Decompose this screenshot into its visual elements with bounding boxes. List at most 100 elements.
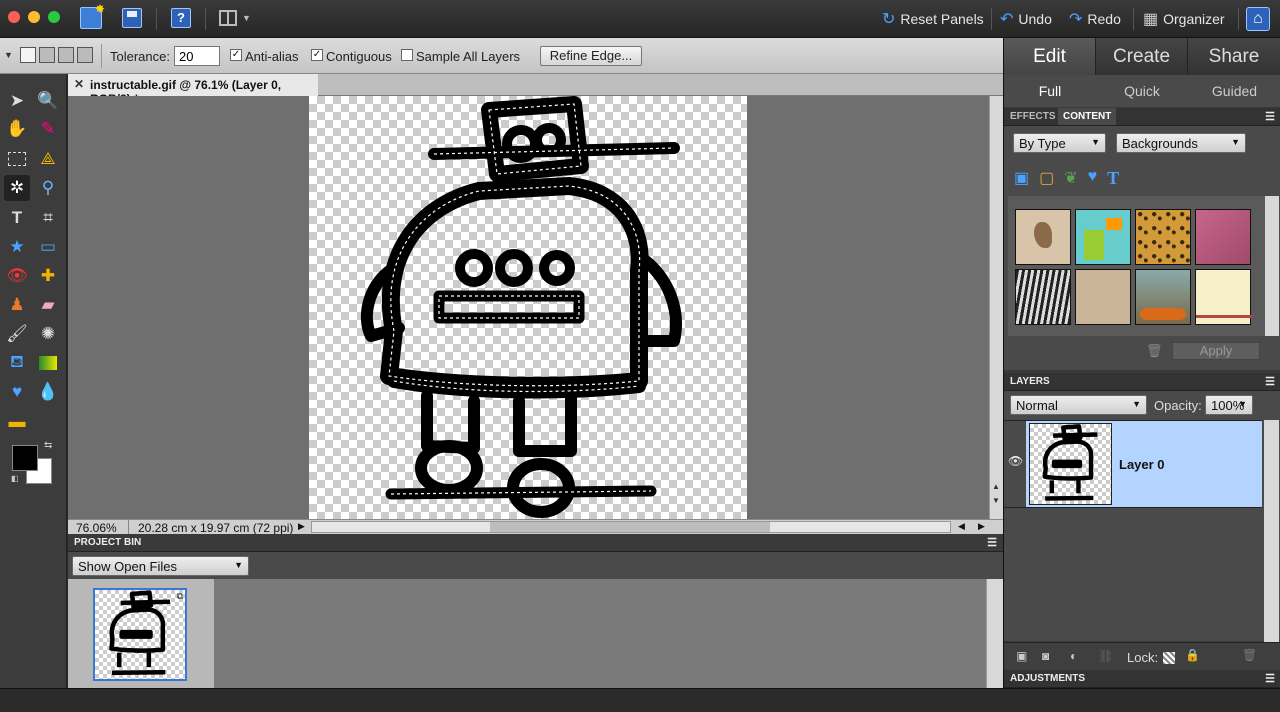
redo-button[interactable]: ↷ Redo [1069, 7, 1121, 31]
autumn-thumbnail[interactable] [1135, 269, 1191, 325]
layers-scrollbar[interactable] [1264, 420, 1279, 642]
brush-tool-icon[interactable]: 🖌 [4, 321, 30, 347]
frames-filter-icon[interactable]: ▢ [1039, 168, 1054, 189]
reset-panels-button[interactable]: ↻ Reset Panels [882, 7, 984, 31]
eyedropper-tool-icon[interactable]: ✎ [35, 116, 61, 142]
horizontal-scroll-thumb[interactable] [490, 522, 770, 532]
layer-name[interactable]: Layer 0 [1119, 457, 1165, 472]
sponge-tool-icon[interactable]: ▬ [4, 409, 30, 435]
help-icon[interactable]: ? [171, 8, 191, 28]
trash-icon[interactable]: 🗑 [1146, 343, 1163, 359]
scroll-right-icon[interactable]: ▶ [978, 521, 985, 532]
tab-quick[interactable]: Quick [1096, 75, 1188, 107]
default-colors-icon[interactable]: ◧ [11, 474, 19, 483]
close-document-icon[interactable]: ✕ [74, 77, 84, 91]
link-layers-icon[interactable]: ⛓ [1098, 649, 1113, 663]
playful-thumbnail[interactable] [1075, 209, 1131, 265]
arrange-documents-icon[interactable] [219, 10, 237, 26]
new-layer-icon[interactable]: ▣ [1016, 649, 1027, 663]
graphics-filter-icon[interactable]: ❦ [1064, 168, 1077, 189]
delete-layer-icon[interactable]: 🗑 [1242, 648, 1257, 662]
panel-menu-icon[interactable]: ☰ [1265, 672, 1275, 685]
quick-selection-tool-icon[interactable]: ⚲ [35, 175, 61, 201]
zoom-tool-icon[interactable]: 🔍 [35, 88, 61, 114]
intersect-selection-icon[interactable] [77, 47, 93, 63]
zoom-window-button[interactable] [48, 11, 60, 23]
lock-transparency-icon[interactable] [1163, 652, 1175, 664]
africa-map-thumbnail[interactable] [1015, 209, 1071, 265]
foreground-color-swatch[interactable] [12, 445, 38, 471]
new-file-icon[interactable]: ✸ [80, 2, 105, 29]
tab-create[interactable]: Create [1096, 38, 1188, 75]
tab-full[interactable]: Full [1004, 75, 1096, 107]
scroll-down-icon[interactable]: ▼ [992, 496, 1000, 505]
backgrounds-filter-icon[interactable]: ▣ [1014, 168, 1029, 189]
canvas-area[interactable] [68, 96, 989, 519]
crop-tool-icon[interactable]: ⌗ [35, 205, 61, 231]
home-icon[interactable]: ⌂ [1246, 7, 1270, 31]
contiguous-checkbox[interactable]: ✓ [311, 49, 323, 61]
tab-content[interactable]: CONTENT [1058, 108, 1117, 125]
undo-button[interactable]: ↶ Undo [1000, 7, 1052, 31]
layer-row[interactable]: 👁 Layer 0 [1004, 420, 1262, 508]
open-file-thumbnail[interactable]: ⧉ [93, 588, 187, 681]
anti-alias-checkbox[interactable]: ✓ [230, 49, 242, 61]
eye-icon[interactable]: 👁 [1008, 454, 1023, 468]
eraser-tool-icon[interactable]: ▰ [35, 292, 61, 318]
text-filter-icon[interactable]: T [1107, 168, 1119, 189]
gradient-tool-icon[interactable] [35, 350, 61, 376]
lock-icon[interactable]: 🔒 [1185, 648, 1200, 662]
swap-colors-icon[interactable]: ⇆ [44, 440, 52, 451]
smart-brush-tool-icon[interactable]: ✺ [35, 321, 61, 347]
tab-share[interactable]: Share [1188, 38, 1280, 75]
shapes-filter-icon[interactable]: ♥ [1088, 168, 1098, 189]
move-tool-icon[interactable]: ➤ [4, 88, 30, 114]
save-icon[interactable] [122, 8, 142, 28]
asia-map-thumbnail[interactable] [1075, 269, 1131, 325]
pink-texture-thumbnail[interactable] [1195, 209, 1251, 265]
close-window-button[interactable] [8, 11, 20, 23]
canvas-horizontal-scrollbar[interactable] [311, 521, 951, 533]
sample-all-layers-checkbox[interactable] [401, 49, 413, 61]
tab-guided[interactable]: Guided [1188, 75, 1280, 107]
magic-wand-tool-icon[interactable]: ✲ [4, 175, 30, 201]
type-tool-icon[interactable]: T [4, 205, 30, 231]
panel-menu-icon[interactable]: ☰ [1265, 375, 1275, 388]
content-scrollbar[interactable] [1265, 196, 1279, 336]
straighten-tool-icon[interactable]: ▭ [35, 234, 61, 260]
blend-mode-dropdown[interactable]: Normal ▼ [1010, 395, 1147, 415]
content-type-dropdown[interactable]: By Type ▼ [1013, 133, 1106, 153]
panel-menu-icon[interactable]: ☰ [1265, 110, 1275, 123]
status-menu-arrow-icon[interactable]: ▶ [298, 521, 305, 532]
project-bin-filter-dropdown[interactable]: Show Open Files ▼ [72, 556, 249, 576]
opacity-field[interactable]: 100% ▼ [1205, 395, 1253, 415]
apply-button[interactable]: Apply [1172, 342, 1260, 360]
organizer-button[interactable]: ▦ Organizer [1143, 7, 1225, 31]
scroll-up-icon[interactable]: ▲ [992, 482, 1000, 491]
document-tab[interactable]: ✕ instructable.gif @ 76.1% (Layer 0, RGB… [68, 74, 318, 106]
tolerance-input[interactable] [174, 46, 220, 66]
lasso-tool-icon[interactable]: ⟁ [35, 146, 61, 172]
project-bin-scrollbar[interactable] [986, 579, 1003, 688]
content-category-dropdown[interactable]: Backgrounds ▼ [1116, 133, 1246, 153]
custom-shape-tool-icon[interactable]: ♥ [4, 379, 30, 405]
add-selection-icon[interactable] [39, 47, 55, 63]
panel-menu-icon[interactable]: ☰ [987, 536, 997, 549]
tool-preset-dropdown-icon[interactable]: ▼ [4, 50, 13, 60]
add-mask-icon[interactable]: ◙ [1042, 649, 1049, 663]
subtract-selection-icon[interactable] [58, 47, 74, 63]
leopard-thumbnail[interactable] [1135, 209, 1191, 265]
zebra-thumbnail[interactable] [1015, 269, 1071, 325]
adjustment-layer-icon[interactable]: ◐ [1070, 649, 1077, 663]
zoom-level[interactable]: 76.06% [76, 521, 117, 535]
paint-bucket-tool-icon[interactable]: ⛾ [4, 350, 30, 376]
chevron-down-icon[interactable]: ▼ [242, 13, 251, 23]
minimize-window-button[interactable] [28, 11, 40, 23]
cream-thumbnail[interactable] [1195, 269, 1252, 325]
blur-tool-icon[interactable]: 💧 [35, 379, 61, 405]
scroll-left-icon[interactable]: ◀ [958, 521, 965, 532]
document-canvas[interactable] [309, 96, 747, 519]
marquee-tool-icon[interactable] [4, 146, 30, 172]
refine-edge-button[interactable]: Refine Edge... [540, 46, 642, 66]
healing-brush-tool-icon[interactable]: ✚ [35, 263, 61, 289]
